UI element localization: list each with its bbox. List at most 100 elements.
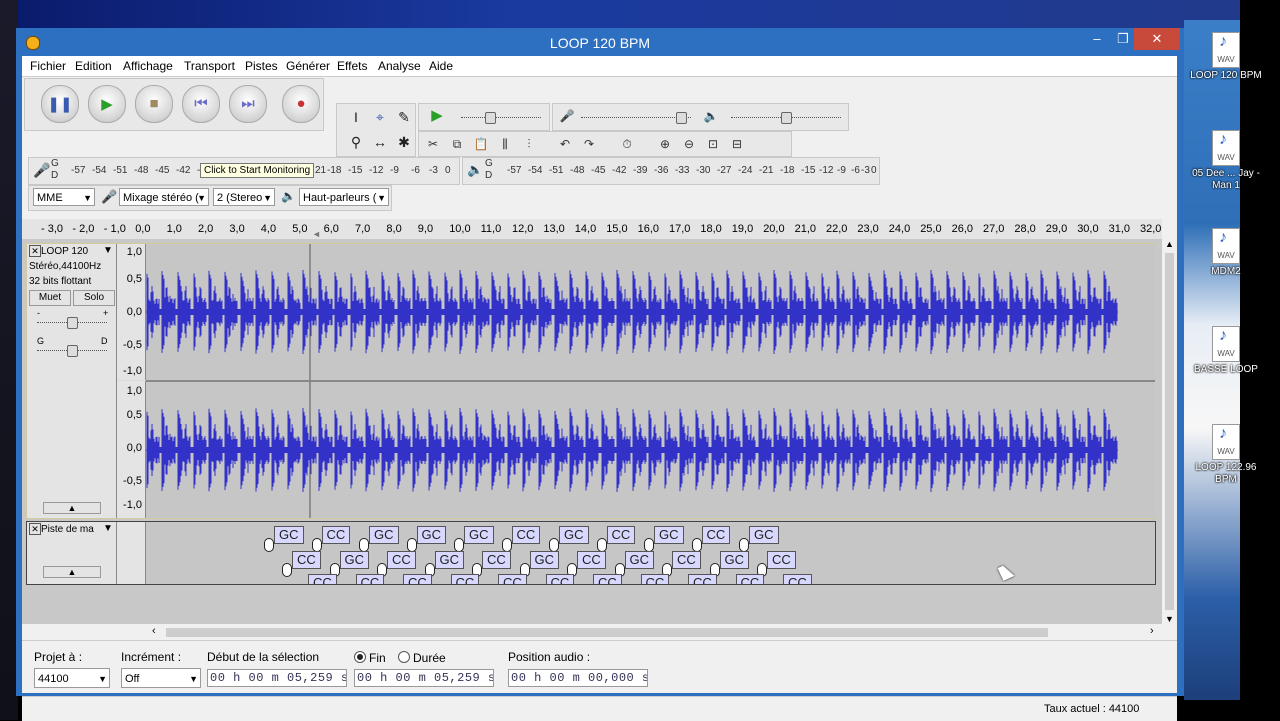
menu-edition[interactable]: Edition (75, 59, 112, 73)
label-anchor-icon[interactable] (406, 538, 417, 552)
mute-button[interactable]: Muet (29, 290, 71, 306)
desktop-file-icon[interactable]: ♪ WAV 05 Dee ... Jay - Man 1 (1186, 130, 1266, 192)
record-volume-knob[interactable] (676, 112, 687, 124)
gain-slider-knob[interactable] (67, 317, 78, 329)
label-box[interactable]: CC (482, 551, 511, 569)
label-box[interactable]: CC (450, 574, 480, 584)
horizontal-scrollbar-thumb[interactable] (166, 628, 1048, 637)
label-anchor-icon[interactable] (454, 538, 464, 552)
playhead-marker-icon[interactable]: ◄ (312, 229, 321, 239)
menu-pistes[interactable]: Pistes (245, 59, 278, 73)
pan-slider-knob[interactable] (67, 345, 78, 357)
output-device-select[interactable]: Haut-parleurs (▼ (299, 188, 389, 206)
track-menu-dropdown[interactable]: ▼ (103, 245, 113, 256)
label-box[interactable]: GC (416, 526, 446, 544)
play-volume-knob[interactable] (781, 112, 792, 124)
label-box[interactable]: CC (701, 526, 731, 544)
label-box[interactable]: CC (321, 526, 351, 544)
pan-slider[interactable] (37, 345, 107, 357)
label-box[interactable]: GC (369, 526, 399, 544)
label-box[interactable]: GC (339, 551, 369, 569)
label-box[interactable]: GC (749, 526, 779, 544)
length-radio[interactable]: Durée (398, 650, 446, 665)
title-bar[interactable]: LOOP 120 BPM – ❐ ✕ (16, 28, 1184, 56)
stop-button[interactable]: ■ (135, 85, 173, 123)
fit-project-button[interactable]: ⊟ (727, 134, 747, 154)
zoom-out-button[interactable]: ⊖ (679, 134, 699, 154)
menu-aide[interactable]: Aide (429, 59, 453, 73)
label-box[interactable]: CC (735, 574, 765, 584)
label-anchor-icon[interactable] (264, 538, 274, 552)
label-box[interactable]: GC (624, 551, 654, 569)
desktop-file-icon[interactable]: ♪ WAV LOOP 122.96 BPM (1186, 424, 1266, 486)
selection-start-time[interactable]: 00 h 00 m 05,259 s (207, 669, 347, 687)
fit-selection-button[interactable]: ⊡ (703, 134, 723, 154)
play-volume-slider[interactable] (731, 112, 841, 124)
label-anchor-icon[interactable] (739, 538, 749, 552)
skip-to-start-button[interactable]: ⏮ (182, 85, 220, 123)
label-box[interactable]: CC (783, 574, 812, 584)
horizontal-scrollbar[interactable]: ‹ › (22, 624, 1162, 640)
label-box[interactable]: GC (559, 526, 589, 544)
play-button[interactable]: ▶ (88, 85, 126, 123)
cut-button[interactable]: ✂ (423, 134, 443, 154)
vertical-scrollbar-thumb[interactable] (1165, 253, 1174, 610)
waveform-left-channel[interactable] (146, 244, 1155, 380)
track-close-button[interactable]: ✕ (29, 245, 41, 257)
input-channels-select[interactable]: 2 (Stereo ▼ (213, 188, 275, 206)
label-box[interactable]: CC (545, 574, 575, 584)
menu-affichage[interactable]: Affichage (123, 59, 173, 73)
paste-button[interactable]: 📋 (471, 134, 491, 154)
playback-meter-toolbar[interactable]: 🔈 G D -57 -54 -51 -48 -45 -42 -39 -36 -3… (462, 157, 880, 185)
label-box[interactable]: CC (511, 526, 541, 544)
label-box[interactable]: CC (640, 574, 670, 584)
pause-button[interactable]: ❚❚ (41, 85, 79, 123)
multi-tool[interactable]: ✱ (393, 131, 415, 153)
label-anchor-icon[interactable] (691, 538, 702, 552)
label-track-menu-dropdown[interactable]: ▼ (103, 523, 113, 534)
menu-transport[interactable]: Transport (184, 59, 235, 73)
label-anchor-icon[interactable] (501, 538, 512, 552)
collapse-track-button[interactable]: ▲ (43, 502, 101, 514)
snap-to-select[interactable]: Off ▼ (121, 668, 201, 688)
gain-slider[interactable] (37, 317, 107, 329)
label-box[interactable]: GC (464, 526, 494, 544)
undo-button[interactable]: ↶ (555, 134, 575, 154)
label-box[interactable]: CC (387, 551, 416, 569)
selection-end-time[interactable]: 00 h 00 m 05,259 s (354, 669, 494, 687)
redo-button[interactable]: ↷ (579, 134, 599, 154)
label-track-name[interactable]: Piste de ma (41, 524, 94, 535)
label-box[interactable]: CC (767, 551, 796, 569)
audio-position-time[interactable]: 00 h 00 m 00,000 s (508, 669, 648, 687)
close-button[interactable]: ✕ (1134, 28, 1180, 50)
label-box[interactable]: CC (498, 574, 527, 584)
play-at-speed-button[interactable]: ▶ (427, 106, 447, 126)
vertical-scrollbar[interactable]: ▲ ▼ (1162, 239, 1177, 624)
solo-button[interactable]: Solo (73, 290, 115, 306)
speed-slider[interactable] (461, 112, 541, 124)
label-box[interactable]: CC (593, 574, 622, 584)
label-box[interactable]: CC (577, 551, 606, 569)
trim-button[interactable]: ⫼ (495, 134, 515, 154)
collapse-label-track-button[interactable]: ▲ (43, 566, 101, 578)
vertical-ruler-left[interactable]: 1,0 0,5 0,0 -0,5 -1,0 (117, 244, 146, 380)
label-anchor-icon[interactable] (282, 563, 292, 577)
label-box[interactable]: CC (688, 574, 717, 584)
zoom-tool[interactable]: ⚲ (345, 131, 367, 153)
label-box[interactable]: CC (606, 526, 636, 544)
label-box[interactable]: GC (274, 526, 304, 544)
silence-button[interactable]: ⫶ (519, 134, 539, 154)
menu-fichier[interactable]: Fichier (30, 59, 66, 73)
scroll-right-icon[interactable]: › (1150, 625, 1154, 637)
menu-generer[interactable]: Générer (286, 59, 330, 73)
audio-host-select[interactable]: MME ▼ (33, 188, 95, 206)
label-anchor-icon[interactable] (596, 538, 607, 552)
track-name[interactable]: LOOP 120 (41, 246, 88, 257)
label-anchor-icon[interactable] (311, 538, 322, 552)
desktop-file-icon[interactable]: ♪ WAV MDM2 (1186, 228, 1266, 278)
scroll-left-icon[interactable]: ‹ (152, 625, 156, 637)
label-box[interactable]: CC (403, 574, 432, 584)
record-volume-slider[interactable] (581, 112, 691, 124)
desktop-file-icon[interactable]: ♪ WAV BASSE LOOP (1186, 326, 1266, 376)
skip-to-end-button[interactable]: ⏭ (229, 85, 267, 123)
